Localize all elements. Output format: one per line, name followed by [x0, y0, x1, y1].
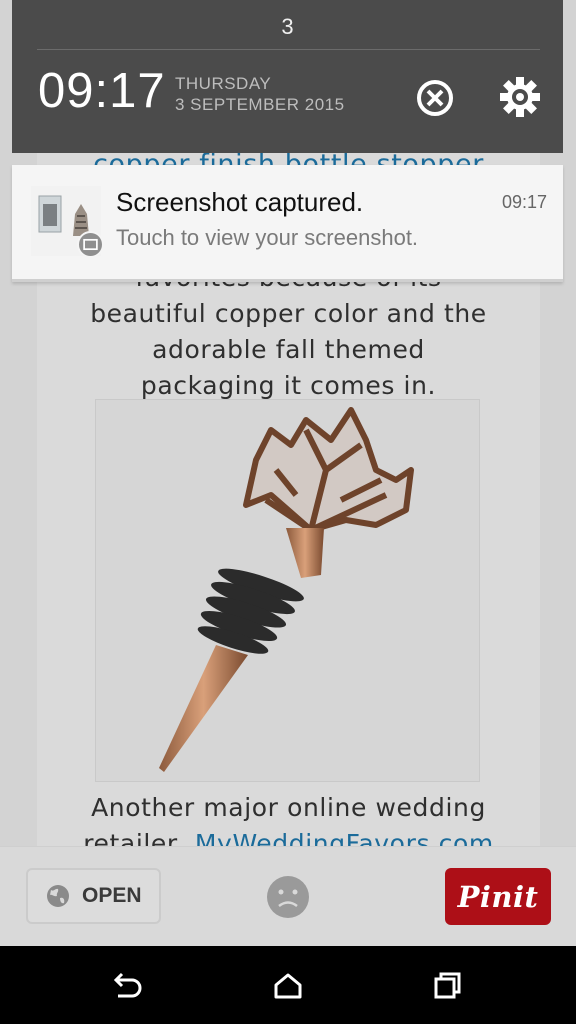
settings-gear-icon[interactable]: [499, 76, 541, 118]
navigation-bar: [0, 946, 576, 1024]
screenshot-notification[interactable]: Screenshot captured. Touch to view your …: [12, 165, 563, 282]
screenshot-badge-icon: [77, 231, 104, 258]
dismiss-all-icon[interactable]: [415, 78, 455, 118]
retailer-link[interactable]: MyWeddingFavors.com: [195, 829, 494, 846]
article-line: adorable fall themed: [152, 335, 425, 364]
notification-time: 09:17: [502, 192, 548, 212]
home-icon[interactable]: [273, 972, 303, 1000]
bottle-stopper-illustration: [159, 407, 414, 772]
notification-title: Screenshot captured.: [116, 187, 364, 217]
back-icon[interactable]: [112, 972, 144, 1000]
notification-body: Touch to view your screenshot.: [116, 225, 419, 250]
notification-count: 3: [281, 14, 294, 39]
pin-it-button[interactable]: Pinit: [445, 868, 551, 925]
article-paragraph-2: Another major online wedding retailer, M…: [37, 790, 540, 846]
product-image[interactable]: [95, 399, 480, 782]
article-line: beautiful copper color and the: [90, 299, 487, 328]
globe-icon: [47, 885, 69, 907]
recents-icon[interactable]: [433, 972, 463, 1000]
open-button[interactable]: OPEN: [26, 868, 161, 924]
shade-divider: [37, 49, 540, 50]
article-line: Another major online wedding: [91, 793, 486, 822]
article-line: retailer,: [83, 829, 195, 846]
shade-date: 3 SEPTEMBER 2015: [175, 95, 345, 114]
pin-it-label: Pinit: [457, 879, 539, 914]
sad-face-icon[interactable]: [266, 875, 310, 919]
action-bar: OPEN Pinit: [0, 846, 576, 946]
shade-clock: 09:17: [38, 64, 166, 118]
article-body: copper finish bottle stopper favorites b…: [37, 40, 540, 846]
notification-shade: 3 09:17 THURSDAY 3 SEPTEMBER 2015: [12, 0, 563, 153]
shade-day: THURSDAY: [175, 74, 272, 93]
open-button-label: OPEN: [82, 884, 142, 907]
